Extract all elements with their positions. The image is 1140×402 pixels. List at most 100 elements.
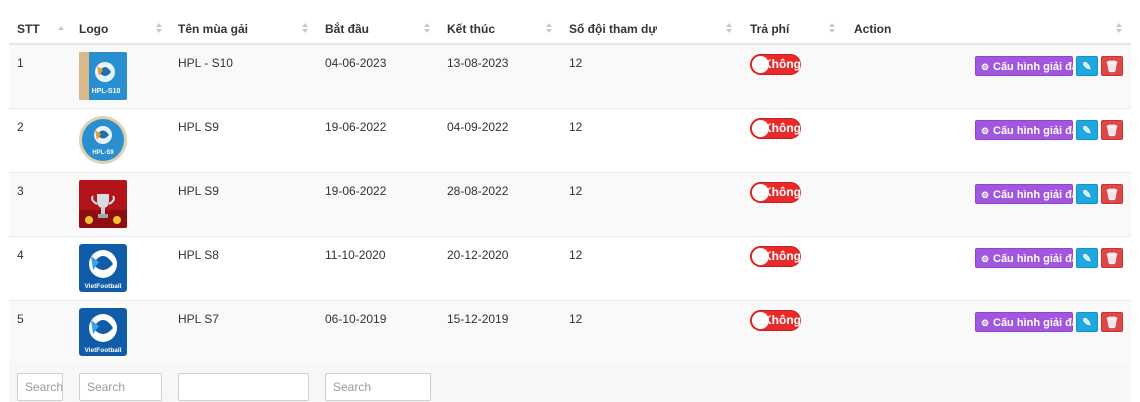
gears-icon: ⚙: [981, 126, 990, 136]
svg-text:HPL-S9: HPL-S9: [92, 150, 114, 156]
stt-search-input[interactable]: [17, 373, 63, 401]
edit-icon: ✎: [1082, 317, 1092, 329]
delete-button[interactable]: 🗑: [1101, 56, 1123, 76]
column-header-action[interactable]: Action: [854, 12, 891, 45]
paid-toggle[interactable]: Không: [750, 54, 801, 75]
sort-icon[interactable]: [301, 23, 309, 35]
delete-button[interactable]: 🗑: [1101, 248, 1123, 268]
row-start-date: 11-10-2020: [325, 248, 386, 262]
name-search-input[interactable]: [178, 373, 309, 401]
config-button-label: Cấu hình giải đấu: [993, 61, 1085, 73]
row-end-date: 13-08-2023: [447, 56, 509, 70]
table-row: 2 HPL-S9 HPL S9 19-06-2022 04-09-2022 12…: [9, 109, 1131, 173]
sort-icon[interactable]: [1115, 23, 1123, 35]
row-end-date: 20-12-2020: [447, 248, 509, 262]
row-start-date: 19-06-2022: [325, 184, 387, 198]
row-stt: 1: [17, 56, 24, 70]
table-row: 4 VietFootball HPL S8 11-10-2020 20-12-2…: [9, 237, 1131, 301]
gears-icon: ⚙: [981, 62, 990, 72]
column-header-logo[interactable]: Logo: [79, 12, 108, 45]
config-tournament-button[interactable]: ⚙ Cấu hình giải đấu: [975, 120, 1085, 140]
gears-icon: ⚙: [981, 190, 990, 200]
trash-icon: 🗑: [1105, 125, 1119, 137]
config-button-label: Cấu hình giải đấu: [993, 317, 1085, 329]
row-stt: 4: [17, 248, 24, 262]
config-tournament-button[interactable]: ⚙ Cấu hình giải đấu: [975, 312, 1085, 332]
trophy-logo-icon: [79, 180, 127, 228]
row-end-date: 04-09-2022: [447, 120, 509, 134]
column-header-name[interactable]: Tên mùa gải: [178, 12, 248, 45]
row-start-date: 06-10-2019: [325, 312, 387, 326]
trash-icon: 🗑: [1105, 61, 1119, 73]
hpl-s9-logo-icon: HPL-S9: [79, 116, 127, 164]
config-tournament-button[interactable]: ⚙ Cấu hình giải đấu: [975, 248, 1085, 268]
edit-button[interactable]: ✎: [1076, 120, 1098, 140]
gears-icon: ⚙: [981, 254, 990, 264]
sort-icon[interactable]: [423, 23, 431, 35]
table-row: 3 HPL S9 19-06-2022 28-08-2022 12 Không …: [9, 173, 1131, 237]
sort-icon[interactable]: [155, 23, 163, 35]
row-end-date: 28-08-2022: [447, 184, 509, 198]
start-search-input[interactable]: [325, 373, 431, 401]
delete-button[interactable]: 🗑: [1101, 184, 1123, 204]
row-team-count: 12: [569, 56, 583, 70]
paid-toggle[interactable]: Không: [750, 246, 801, 267]
edit-button[interactable]: ✎: [1076, 248, 1098, 268]
paid-toggle-label: Không: [763, 313, 801, 327]
gears-icon: ⚙: [981, 318, 990, 328]
table-row: 1 HPL-S10 HPL - S10 04-06-2023 13-08-202…: [9, 45, 1131, 109]
edit-button[interactable]: ✎: [1076, 184, 1098, 204]
paid-toggle-label: Không: [763, 57, 801, 71]
row-stt: 5: [17, 312, 24, 326]
row-team-count: 12: [569, 184, 583, 198]
edit-icon: ✎: [1082, 61, 1092, 73]
row-season-name: HPL S9: [178, 184, 219, 198]
row-end-date: 15-12-2019: [447, 312, 509, 326]
sort-icon[interactable]: [828, 23, 836, 35]
column-header-teams[interactable]: Số đội tham dự: [569, 12, 657, 45]
edit-icon: ✎: [1082, 125, 1092, 137]
paid-toggle[interactable]: Không: [750, 118, 801, 139]
seasons-table: STT Logo Tên mùa gải Bắt đầu Kết thúc Số…: [9, 12, 1131, 365]
config-button-label: Cấu hình giải đấu: [993, 189, 1085, 201]
vietfootball-logo-icon: VietFootball: [79, 244, 127, 292]
logo-search-input[interactable]: [79, 373, 162, 401]
trash-icon: 🗑: [1105, 317, 1119, 329]
paid-toggle-label: Không: [763, 121, 801, 135]
filter-row: [9, 363, 1131, 402]
column-header-stt[interactable]: STT: [17, 12, 40, 45]
row-start-date: 04-06-2023: [325, 56, 387, 70]
vietfootball-logo-icon: VietFootball: [79, 308, 127, 356]
trash-icon: 🗑: [1105, 189, 1119, 201]
trash-icon: 🗑: [1105, 253, 1119, 265]
row-season-name: HPL - S10: [178, 56, 233, 70]
paid-toggle[interactable]: Không: [750, 310, 801, 331]
delete-button[interactable]: 🗑: [1101, 120, 1123, 140]
config-button-label: Cấu hình giải đấu: [993, 253, 1085, 265]
row-season-name: HPL S7: [178, 312, 219, 326]
row-stt: 2: [17, 120, 24, 134]
column-header-paid[interactable]: Trả phí: [750, 12, 789, 45]
column-header-start[interactable]: Bắt đầu: [325, 12, 369, 45]
row-start-date: 19-06-2022: [325, 120, 387, 134]
sort-icon[interactable]: [545, 23, 553, 35]
hpl-s10-logo-icon: HPL-S10: [79, 52, 127, 100]
svg-text:VietFootball: VietFootball: [84, 347, 121, 354]
config-button-label: Cấu hình giải đấu: [993, 125, 1085, 137]
sort-icon[interactable]: [725, 23, 733, 35]
config-tournament-button[interactable]: ⚙ Cấu hình giải đấu: [975, 184, 1085, 204]
column-header-end[interactable]: Kết thúc: [447, 12, 495, 45]
edit-button[interactable]: ✎: [1076, 56, 1098, 76]
delete-button[interactable]: 🗑: [1101, 312, 1123, 332]
table-header: STT Logo Tên mùa gải Bắt đầu Kết thúc Số…: [9, 12, 1131, 45]
row-team-count: 12: [569, 248, 583, 262]
row-season-name: HPL S8: [178, 248, 219, 262]
edit-button[interactable]: ✎: [1076, 312, 1098, 332]
paid-toggle-label: Không: [763, 249, 801, 263]
svg-text:HPL-S10: HPL-S10: [92, 88, 121, 95]
row-team-count: 12: [569, 312, 583, 326]
paid-toggle[interactable]: Không: [750, 182, 801, 203]
config-tournament-button[interactable]: ⚙ Cấu hình giải đấu: [975, 56, 1085, 76]
sort-asc-icon[interactable]: [57, 23, 65, 35]
table-row: 5 VietFootball HPL S7 06-10-2019 15-12-2…: [9, 301, 1131, 365]
